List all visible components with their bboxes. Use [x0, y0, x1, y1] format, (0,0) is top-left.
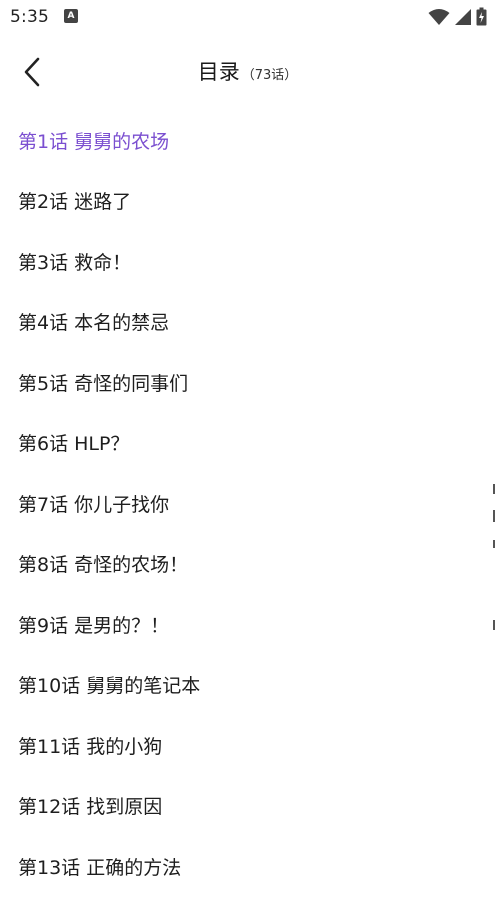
- chapter-item-8[interactable]: 第8话 奇怪的农场！: [0, 534, 495, 595]
- status-time: 5:35: [10, 7, 49, 27]
- header: 目录 （73话）: [0, 34, 495, 110]
- chapter-item-5[interactable]: 第5话 奇怪的同事们: [0, 352, 495, 413]
- chapter-item-3[interactable]: 第3话 救命！: [0, 231, 495, 292]
- wifi-icon: [428, 8, 450, 25]
- chapter-item-6[interactable]: 第6话 HLP？: [0, 413, 495, 474]
- chapter-list: 第1话 舅舅的农场 第2话 迷路了 第3话 救命！ 第4话 本名的禁忌 第5话 奇怪的同事…: [0, 110, 495, 897]
- title-text: 目录: [197, 60, 240, 84]
- battery-icon: [476, 7, 487, 26]
- chapter-item-7[interactable]: 第7话 你儿子找你: [0, 473, 495, 534]
- notification-icon: A: [64, 9, 78, 23]
- chapter-item-9[interactable]: 第9话 是男的？！: [0, 594, 495, 655]
- chapter-item-12[interactable]: 第12话 找到原因: [0, 776, 495, 837]
- chapter-count: （73话）: [241, 68, 298, 83]
- chapter-item-2[interactable]: 第2话 迷路了: [0, 171, 495, 232]
- chapter-item-11[interactable]: 第11话 我的小狗: [0, 715, 495, 776]
- cell-signal-icon: [455, 8, 471, 25]
- chapter-item-13[interactable]: 第13话 正确的方法: [0, 836, 495, 897]
- chapter-item-4[interactable]: 第4话 本名的禁忌: [0, 292, 495, 353]
- chapter-item-1[interactable]: 第1话 舅舅的农场: [0, 110, 495, 171]
- page-title: 目录 （73话）: [0, 56, 495, 86]
- chapter-item-10[interactable]: 第10话 舅舅的笔记本: [0, 655, 495, 716]
- status-icons: [428, 7, 487, 26]
- status-bar: 5:35 A: [0, 0, 495, 34]
